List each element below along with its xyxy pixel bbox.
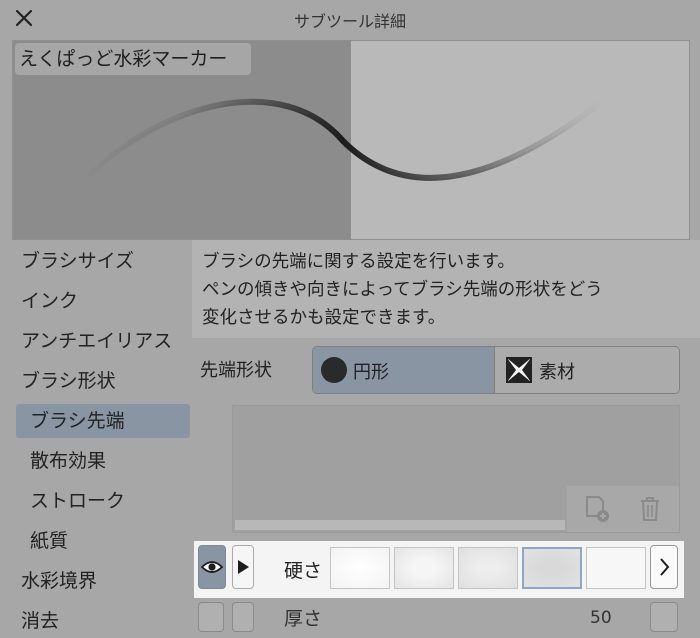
material-icon: [506, 357, 532, 383]
tip-shape-material-label: 素材: [539, 362, 575, 383]
tip-shape-label: 先端形状: [200, 360, 272, 381]
tip-material-list[interactable]: [232, 405, 680, 533]
expand-pressure-button[interactable]: [232, 545, 254, 589]
eye-toggle-button[interactable]: [198, 545, 226, 589]
sidebar-item-brush-size[interactable]: ブラシサイズ: [16, 244, 190, 278]
trash-icon[interactable]: [635, 494, 665, 524]
tip-shape-circle-label: 円形: [353, 362, 389, 383]
thickness-next-button[interactable]: [650, 602, 678, 632]
tip-list-toolbar: [567, 486, 679, 532]
sidebar-item-erase[interactable]: 消去: [16, 604, 190, 638]
hardness-swatch[interactable]: [394, 547, 454, 589]
thickness-expand-button[interactable]: [232, 602, 254, 632]
hardness-swatch[interactable]: [586, 547, 646, 589]
hardness-swatch[interactable]: [330, 547, 390, 589]
sidebar-item-watercolor-edge[interactable]: 水彩境界: [16, 564, 190, 598]
thickness-setting-row: 厚さ 50: [194, 602, 700, 632]
sidebar-item-brush-shape[interactable]: ブラシ形状: [16, 364, 190, 398]
tip-shape-selector: 円形 素材: [312, 346, 680, 394]
hardness-swatch-selected[interactable]: [522, 547, 582, 589]
chevron-right-icon: [660, 558, 670, 576]
eye-icon: [200, 561, 224, 573]
thickness-toggle-button[interactable]: [198, 602, 224, 632]
description-line: 変化させるかも設定できます。: [202, 308, 446, 328]
thickness-label: 厚さ: [284, 608, 323, 630]
window-title: サブツール詳細: [293, 12, 406, 31]
sidebar-item-texture[interactable]: 紙質: [16, 524, 190, 558]
hardness-next-button[interactable]: [650, 545, 678, 589]
sidebar-item-spray-effect[interactable]: 散布効果: [16, 444, 190, 478]
description-line: ブラシの先端に関する設定を行います。: [202, 252, 515, 272]
play-triangle-icon: [238, 560, 249, 574]
sidebar-item-ink[interactable]: インク: [16, 284, 190, 318]
hardness-setting-row: 硬さ: [194, 541, 684, 598]
brush-preview: えくぱっど水彩マーカー: [12, 40, 690, 240]
description-line: ペンの傾きや向きによってブラシ先端の形状をどう: [202, 280, 603, 300]
tip-shape-circle-button[interactable]: 円形: [313, 347, 495, 393]
sidebar-item-brush-tip[interactable]: ブラシ先端: [16, 404, 190, 438]
sidebar-item-anti-aliasing[interactable]: アンチエイリアス: [16, 324, 190, 358]
hardness-label: 硬さ: [284, 560, 323, 582]
title-bar: サブツール詳細: [0, 0, 700, 36]
tip-list-scrollbar[interactable]: [235, 520, 565, 530]
hardness-swatch[interactable]: [458, 547, 518, 589]
circle-icon: [321, 357, 347, 383]
category-description: ブラシの先端に関する設定を行います。 ペンの傾きや向きによってブラシ先端の形状を…: [192, 240, 700, 338]
sidebar-item-stroke[interactable]: ストローク: [16, 484, 190, 518]
add-tip-icon[interactable]: [581, 494, 611, 524]
tip-shape-material-button[interactable]: 素材: [495, 347, 679, 393]
thickness-value[interactable]: 50: [590, 608, 612, 628]
brush-name-label: えくぱっど水彩マーカー: [15, 43, 251, 75]
